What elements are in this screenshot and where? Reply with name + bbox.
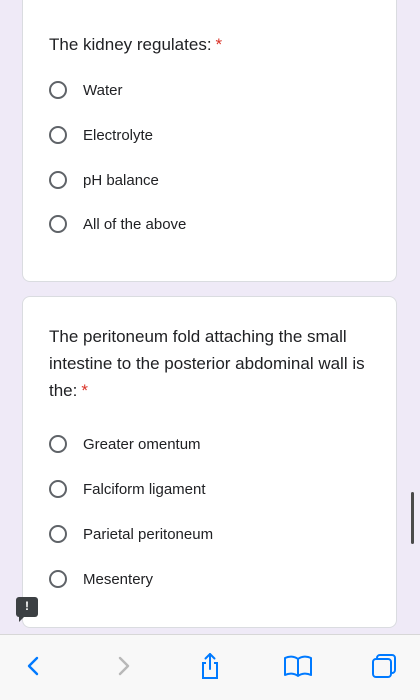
question-card-1: The kidney regulates: * Water Electrolyte… (22, 0, 397, 282)
forward-icon (118, 656, 130, 676)
browser-toolbar (0, 634, 420, 700)
option-electrolyte[interactable]: Electrolyte (49, 123, 153, 147)
question-title: The peritoneum fold attaching the small … (49, 323, 366, 404)
back-icon (27, 656, 39, 676)
option-label: pH balance (83, 171, 159, 189)
bookmarks-button[interactable] (283, 651, 313, 681)
radio-button[interactable] (49, 525, 67, 543)
option-all-of-the-above[interactable]: All of the above (49, 212, 186, 236)
option-falciform-ligament[interactable]: Falciform ligament (49, 477, 206, 501)
option-label: Water (83, 81, 123, 99)
bookmarks-icon (284, 655, 312, 677)
share-icon (202, 653, 218, 679)
option-greater-omentum[interactable]: Greater omentum (49, 432, 201, 456)
report-feedback-icon[interactable]: ! (16, 597, 38, 622)
required-asterisk: * (81, 381, 88, 400)
question-card-2: The peritoneum fold attaching the small … (22, 296, 397, 628)
share-button[interactable] (195, 651, 225, 681)
radio-button[interactable] (49, 81, 67, 99)
radio-button[interactable] (49, 435, 67, 453)
option-label: Parietal peritoneum (83, 525, 214, 543)
option-ph-balance[interactable]: pH balance (49, 168, 159, 192)
back-button[interactable] (19, 651, 49, 681)
radio-button[interactable] (49, 480, 67, 498)
tabs-icon (372, 654, 396, 678)
radio-button[interactable] (49, 215, 67, 233)
option-label: Electrolyte (83, 126, 154, 144)
question-text: The kidney regulates: (49, 35, 212, 54)
option-mesentery[interactable]: Mesentery (49, 567, 153, 591)
option-label: Falciform ligament (83, 480, 206, 498)
scrollbar[interactable] (411, 492, 414, 544)
tabs-button[interactable] (369, 651, 399, 681)
option-label: All of the above (83, 215, 187, 233)
option-label: Greater omentum (83, 435, 201, 453)
radio-button[interactable] (49, 570, 67, 588)
required-asterisk: * (215, 35, 223, 54)
forward-button[interactable] (108, 651, 138, 681)
question-text: The peritoneum fold attaching the small … (49, 327, 365, 400)
option-label: Mesentery (83, 570, 154, 588)
radio-button[interactable] (49, 126, 67, 144)
radio-button[interactable] (49, 171, 67, 189)
option-water[interactable]: Water (49, 78, 122, 102)
question-title: The kidney regulates: * (49, 31, 366, 58)
option-parietal-peritoneum[interactable]: Parietal peritoneum (49, 522, 213, 546)
